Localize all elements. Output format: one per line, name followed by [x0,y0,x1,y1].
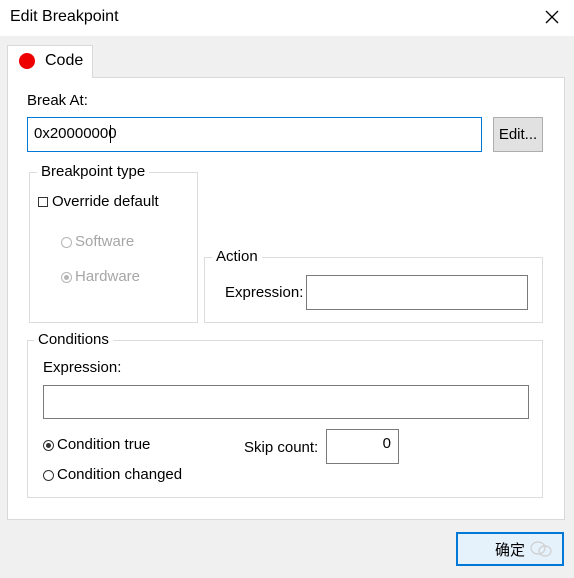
radio-circle [43,470,54,481]
checkbox-box [38,197,48,207]
skip-count-label: Skip count: [244,439,319,456]
conditions-expression-label: Expression: [43,359,122,376]
title-bar: Edit Breakpoint [0,0,574,36]
software-radio[interactable]: Software [61,233,161,253]
action-expression-input[interactable] [306,275,528,310]
condition-changed-label: Condition changed [57,466,183,483]
close-icon[interactable] [540,4,564,30]
condition-changed-radio[interactable]: Condition changed [43,466,203,486]
skip-count-input[interactable]: 0 [326,429,399,464]
red-dot-icon [19,53,35,69]
hardware-radio[interactable]: Hardware [61,268,161,288]
window-title: Edit Breakpoint [10,8,119,25]
action-legend: Action [212,248,262,265]
conditions-expression-input[interactable] [43,385,529,419]
radio-circle [61,237,72,248]
text-caret [110,125,111,143]
action-expression-label: Expression: [225,284,304,301]
radio-circle [61,272,72,283]
edit-button[interactable]: Edit... [493,117,543,152]
override-default-label: Override default [52,193,159,210]
software-label: Software [75,233,135,250]
break-at-input[interactable]: 0x20000000 [27,117,482,152]
break-at-value: 0x20000000 [34,125,117,142]
conditions-legend: Conditions [34,331,113,348]
breakpoint-type-legend: Breakpoint type [37,163,150,180]
watermark-icon [530,540,552,561]
hardware-label: Hardware [75,268,141,285]
break-at-label: Break At: [27,92,88,109]
override-default-checkbox[interactable]: Override default [38,192,198,214]
tab-code[interactable]: Code [7,45,93,78]
tab-code-label: Code [45,52,84,69]
radio-circle [43,440,54,451]
condition-true-label: Condition true [57,436,151,453]
condition-true-radio[interactable]: Condition true [43,436,193,456]
skip-count-value: 0 [382,435,391,452]
